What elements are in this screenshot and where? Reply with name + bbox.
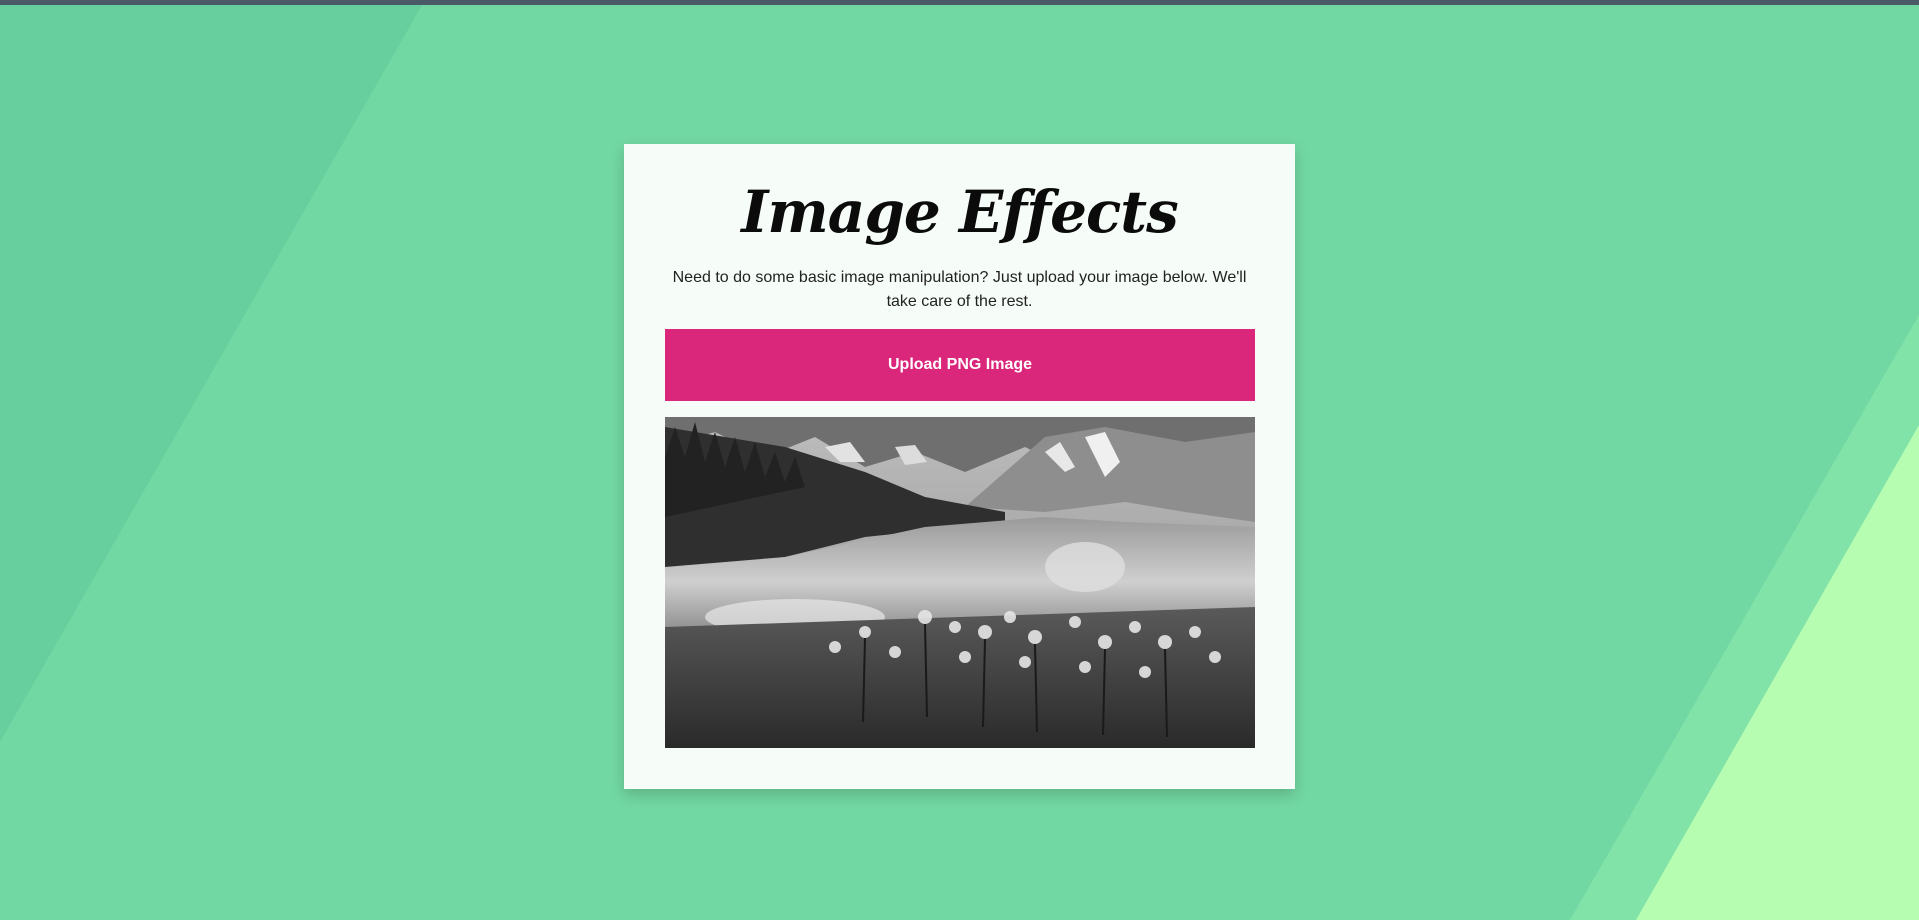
image-preview	[665, 417, 1255, 748]
upload-png-button[interactable]: Upload PNG Image	[665, 329, 1255, 401]
grayscale-lake-landscape-image	[665, 417, 1255, 748]
image-effects-card: Image Effects Need to do some basic imag…	[624, 144, 1295, 789]
browser-top-strip	[0, 0, 1919, 5]
page-title: Image Effects	[741, 178, 1179, 246]
page-description: Need to do some basic image manipulation…	[672, 269, 1247, 310]
